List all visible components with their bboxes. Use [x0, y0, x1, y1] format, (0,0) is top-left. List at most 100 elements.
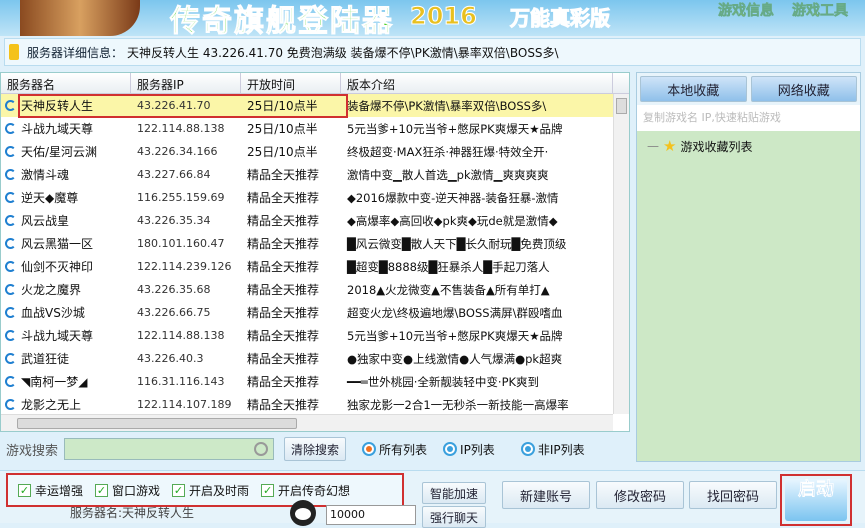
favorites-tree-root[interactable]: — ★ 游戏收藏列表 — [637, 131, 860, 161]
table-row[interactable]: ◥南柯一梦◢ 116.31.116.143 精品全天推荐 ━━═世外桃园·全新靓… — [1, 370, 629, 393]
server-name-cell: 风云战皇 — [1, 212, 131, 229]
server-icon — [5, 330, 16, 341]
start-game-button[interactable]: 启动 — [785, 479, 847, 521]
server-name: 血战VS沙城 — [21, 306, 85, 320]
server-ip-cell: 116.255.159.69 — [137, 191, 225, 204]
app-year: 2016 — [410, 2, 478, 31]
clear-search-button[interactable]: 清除搜索 — [284, 437, 347, 461]
open-time-cell: 精品全天推荐 — [247, 375, 320, 389]
version-desc-cell: 激情中变▁散人首选▁pk激情▁爽爽爽爽 — [347, 167, 549, 182]
version-desc-cell: ●独家中变●上线激情●人气爆满●pk超爽 — [347, 351, 563, 366]
server-name: 火龙之魔界 — [21, 283, 82, 297]
server-name: 风云黑猫一区 — [21, 237, 94, 251]
vertical-scrollbar[interactable] — [613, 94, 629, 414]
version-desc-cell: ◆2016爆款中变-逆天神器-装备狂暴-激情 — [347, 190, 559, 205]
version-desc-cell: █超变█8888级█狂暴杀人█手起刀落人 — [347, 259, 550, 274]
checkbox-timely-rain[interactable]: ✓ 开启及时雨 — [172, 482, 249, 499]
game-info-link[interactable]: 游戏信息 — [718, 0, 775, 20]
force-chat-button[interactable]: 强行聊天 — [422, 506, 486, 528]
server-name-cell: 天佑/星河云渊 — [1, 143, 131, 160]
server-ip-cell: 43.226.34.166 — [137, 145, 218, 158]
tab-network-favorites[interactable]: 网络收藏 — [750, 76, 857, 102]
table-row[interactable]: 天佑/星河云渊 43.226.34.166 25日/10点半 终极超变·MAX狂… — [1, 140, 629, 163]
server-name: 天佑/星河云渊 — [21, 145, 98, 159]
server-name-cell: 武道狂徒 — [1, 350, 131, 367]
checkbox-label: 开启及时雨 — [189, 483, 250, 498]
column-desc[interactable]: 版本介绍 — [341, 73, 613, 93]
app-edition: 万能真彩版 — [510, 6, 611, 31]
version-desc-cell: ━━═世外桃园·全新靓装轻中变·PK爽到 — [347, 374, 540, 389]
server-name: 激情斗魂 — [21, 168, 70, 182]
table-row[interactable]: 风云战皇 43.226.35.34 精品全天推荐 ◆高爆率◆高回收◆pk爽◆玩d… — [1, 209, 629, 232]
column-time[interactable]: 开放时间 — [241, 73, 341, 93]
version-desc-cell: 2018▲火龙微变▲不售装备▲所有单打▲ — [347, 282, 550, 297]
table-row[interactable]: 斗战九域天尊 122.114.88.138 精品全天推荐 5元当爹+10元当爷+… — [1, 324, 629, 347]
checkbox-window-mode[interactable]: ✓ 窗口游戏 — [95, 482, 160, 499]
server-ip-cell: 43.226.35.34 — [137, 214, 211, 227]
table-row[interactable]: 武道狂徒 43.226.40.3 精品全天推荐 ●独家中变●上线激情●人气爆满●… — [1, 347, 629, 370]
table-row[interactable]: 仙剑不灭神印 122.114.239.126 精品全天推荐 █超变█8888级█… — [1, 255, 629, 278]
radio-all-list[interactable]: 所有列表 — [362, 441, 427, 458]
table-row[interactable]: 龙影之无上 122.114.107.189 精品全天推荐 独家龙影一2合1一无秒… — [1, 393, 629, 416]
table-header: 服务器名 服务器IP 开放时间 版本介绍 — [1, 73, 629, 94]
table-row[interactable]: 血战VS沙城 43.226.66.75 精品全天推荐 超变火龙\终极遍地爆\BO… — [1, 301, 629, 324]
version-desc-cell: 超变火龙\终极遍地爆\BOSS满屏\群殴嗜血 — [347, 305, 563, 320]
server-ip-cell: 43.226.40.3 — [137, 352, 204, 365]
column-name[interactable]: 服务器名 — [1, 73, 131, 93]
checkbox-label: 窗口游戏 — [112, 483, 161, 498]
server-name: 武道狂徒 — [21, 352, 70, 366]
version-desc-cell: 装备爆不停\PK激情\暴率双倍\BOSS多\ — [347, 98, 547, 113]
radio-icon — [362, 442, 377, 456]
checkbox-label: 幸运增强 — [35, 483, 84, 498]
new-account-button[interactable]: 新建账号 — [502, 481, 590, 509]
search-icon[interactable] — [254, 442, 269, 456]
scroll-thumb[interactable] — [17, 418, 297, 429]
smart-accelerate-button[interactable]: 智能加速 — [422, 482, 486, 504]
tree-line-icon: — — [647, 139, 659, 153]
server-ip-cell: 122.114.88.138 — [137, 329, 225, 342]
column-ip[interactable]: 服务器IP — [131, 73, 241, 93]
info-icon — [9, 44, 19, 60]
server-ip-cell: 43.227.66.84 — [137, 168, 211, 181]
table-row[interactable]: 逆天◆魔尊 116.255.159.69 精品全天推荐 ◆2016爆款中变-逆天… — [1, 186, 629, 209]
favorites-panel: 本地收藏 网络收藏 复制游戏名 IP,快速粘贴游戏 — ★ 游戏收藏列表 — [636, 72, 861, 462]
game-tools-link[interactable]: 游戏工具 — [792, 0, 849, 20]
server-icon — [5, 215, 16, 226]
radio-non-ip-list[interactable]: 非IP列表 — [520, 441, 585, 458]
server-name: 逆天◆魔尊 — [21, 191, 79, 205]
header-banner: 传奇旗舰登陆器 2016 万能真彩版 游戏信息 游戏工具 — [0, 0, 865, 40]
server-icon — [5, 353, 16, 364]
horizontal-scrollbar[interactable] — [1, 414, 613, 431]
server-icon — [5, 399, 16, 410]
table-row[interactable]: 激情斗魂 43.227.66.84 精品全天推荐 激情中变▁散人首选▁pk激情▁… — [1, 163, 629, 186]
server-name: ◥南柯一梦◢ — [21, 375, 88, 389]
paste-game-input[interactable]: 复制游戏名 IP,快速粘贴游戏 — [637, 105, 860, 131]
table-row[interactable]: 火龙之魔界 43.226.35.68 精品全天推荐 2018▲火龙微变▲不售装备… — [1, 278, 629, 301]
recover-password-button[interactable]: 找回密码 — [689, 481, 777, 509]
server-icon — [5, 284, 16, 295]
server-name: 仙剑不灭神印 — [21, 260, 94, 274]
tab-local-favorites[interactable]: 本地收藏 — [640, 76, 747, 102]
change-password-button[interactable]: 修改密码 — [596, 481, 684, 509]
search-bar: 游戏搜索 清除搜索 所有列表 IP列表 非IP列表 — [0, 434, 630, 464]
scroll-thumb[interactable] — [616, 98, 627, 114]
check-icon: ✓ — [95, 483, 109, 497]
open-time-cell: 精品全天推荐 — [247, 352, 320, 366]
checkbox-luck-boost[interactable]: ✓ 幸运增强 — [18, 482, 83, 499]
server-info-value: 天神反转人生 43.226.41.70 免费泡满级 装备爆不停\PK激情\暴率双… — [127, 45, 559, 60]
qq-number-input[interactable]: 10000 — [326, 505, 416, 525]
server-name-cell: 斗战九域天尊 — [1, 120, 131, 137]
check-icon: ✓ — [261, 483, 275, 497]
radio-ip-list[interactable]: IP列表 — [443, 441, 495, 458]
table-row[interactable]: 斗战九域天尊 122.114.88.138 25日/10点半 5元当爹+10元当… — [1, 117, 629, 140]
server-icon — [5, 169, 16, 180]
server-name-cell: ◥南柯一梦◢ — [1, 373, 131, 390]
qq-penguin-icon — [290, 500, 316, 526]
table-row[interactable]: 风云黑猫一区 180.101.160.47 精品全天推荐 █风云微变█散人天下█… — [1, 232, 629, 255]
server-info-bar: 服务器详细信息： 天神反转人生 43.226.41.70 免费泡满级 装备爆不停… — [4, 38, 861, 66]
version-desc-cell: ◆高爆率◆高回收◆pk爽◆玩de就是激情◆ — [347, 213, 558, 228]
version-desc-cell: █风云微变█散人天下█长久耐玩█免费顶级 — [347, 236, 567, 251]
checkbox-legend-fantasy[interactable]: ✓ 开启传奇幻想 — [261, 482, 350, 499]
search-input[interactable] — [64, 438, 275, 460]
version-desc-cell: 独家龙影一2合1一无秒杀一新技能一高爆率 — [347, 397, 569, 412]
